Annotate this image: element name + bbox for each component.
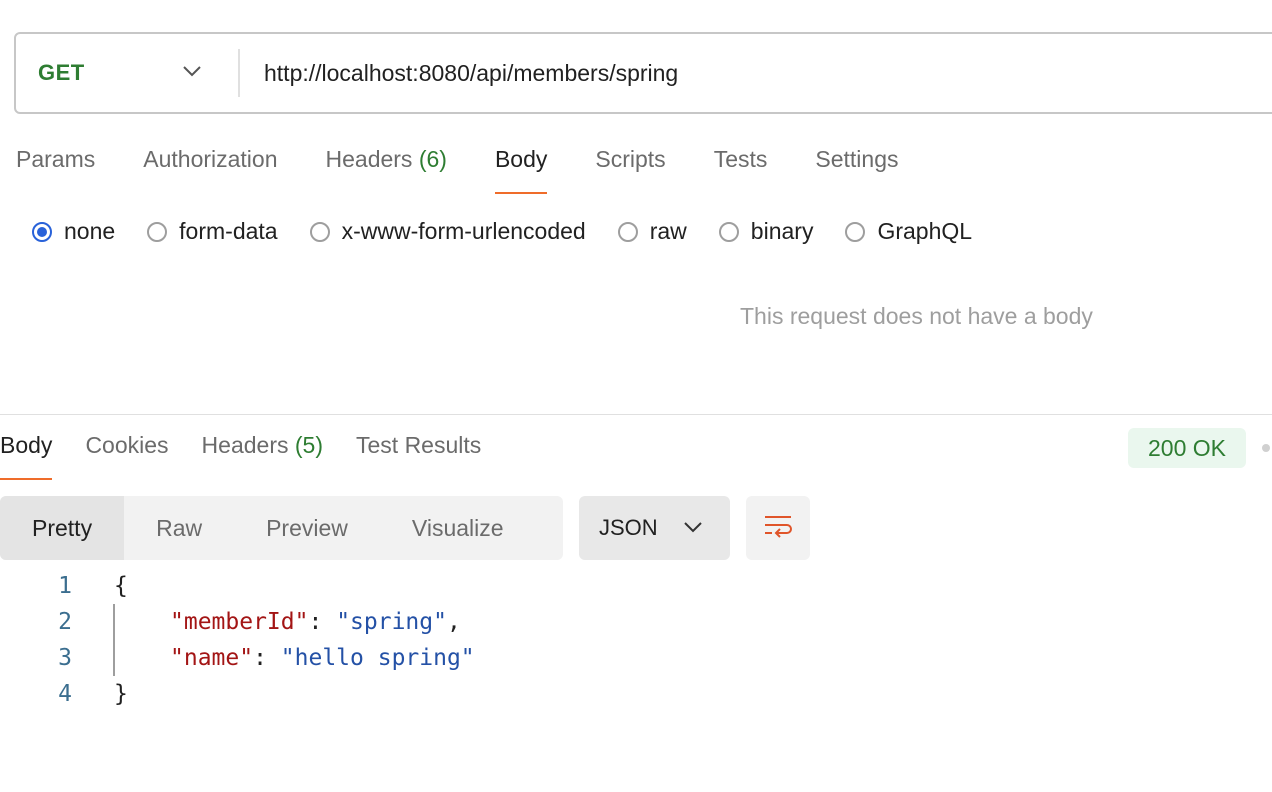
tab-authorization[interactable]: Authorization xyxy=(143,140,277,194)
headers-count: (6) xyxy=(418,146,447,172)
response-tab-test-results[interactable]: Test Results xyxy=(356,428,481,480)
code-line: 4 } xyxy=(0,676,1272,712)
response-tab-headers[interactable]: Headers (5) xyxy=(202,428,323,480)
more-dot-icon xyxy=(1262,444,1270,452)
request-tabs: Params Authorization Headers (6) Body Sc… xyxy=(16,140,946,194)
tab-body[interactable]: Body xyxy=(494,140,548,194)
view-mode-segmented: Pretty Raw Preview Visualize xyxy=(0,496,563,560)
body-type-options: none form-data x-www-form-urlencoded raw… xyxy=(32,218,1004,245)
tab-headers[interactable]: Headers (6) xyxy=(326,140,447,194)
method-label: GET xyxy=(38,60,85,85)
json-open-brace: { xyxy=(114,573,128,599)
response-tab-body[interactable]: Body xyxy=(0,428,53,480)
line-number: 1 xyxy=(58,573,72,599)
response-headers-count: (5) xyxy=(294,432,323,458)
view-raw-button[interactable]: Raw xyxy=(124,496,234,560)
json-string-value: "hello spring" xyxy=(280,645,475,671)
json-string-value: "spring" xyxy=(336,609,447,635)
json-close-brace: } xyxy=(114,681,128,707)
url-bar: GET xyxy=(14,32,1272,114)
view-visualize-button[interactable]: Visualize xyxy=(380,496,536,560)
body-type-binary[interactable]: binary xyxy=(718,218,813,245)
url-input[interactable] xyxy=(240,42,1272,104)
tab-params[interactable]: Params xyxy=(16,140,95,194)
view-preview-button[interactable]: Preview xyxy=(234,496,380,560)
method-selector[interactable]: GET xyxy=(16,34,238,112)
radio-urlencoded[interactable] xyxy=(309,221,330,242)
format-label: JSON xyxy=(599,515,658,540)
body-type-raw[interactable]: raw xyxy=(617,218,687,245)
tab-scripts[interactable]: Scripts xyxy=(595,140,665,194)
view-pretty-button[interactable]: Pretty xyxy=(0,496,125,560)
line-number: 2 xyxy=(58,609,72,635)
tab-tests[interactable]: Tests xyxy=(714,140,768,194)
response-code-viewer[interactable]: 1 { 2 "memberId": "spring", 3 "name": "h… xyxy=(0,568,1272,712)
indent-guide xyxy=(113,604,115,676)
status-badge: 200 OK xyxy=(1128,428,1246,468)
radio-raw[interactable] xyxy=(617,221,638,242)
radio-none[interactable] xyxy=(32,221,52,242)
code-line: 1 { xyxy=(0,568,1272,604)
body-type-form-data[interactable]: form-data xyxy=(147,218,278,245)
json-key: "memberId" xyxy=(170,609,309,635)
wrap-lines-icon xyxy=(763,513,793,544)
postman-request-window: GET Params Authorization Headers (6) Bod… xyxy=(0,0,1272,792)
body-type-urlencoded[interactable]: x-www-form-urlencoded xyxy=(309,218,586,245)
line-number: 4 xyxy=(58,681,72,707)
format-select[interactable]: JSON xyxy=(579,496,730,560)
tab-settings[interactable]: Settings xyxy=(815,140,898,194)
code-line: 3 "name": "hello spring" xyxy=(0,640,1272,676)
radio-graphql[interactable] xyxy=(845,221,866,242)
chevron-down-icon xyxy=(683,520,703,539)
code-line: 2 "memberId": "spring", xyxy=(0,604,1272,640)
radio-form-data[interactable] xyxy=(147,221,168,242)
response-tabs: Body Cookies Headers (5) Test Results xyxy=(0,428,514,480)
radio-binary[interactable] xyxy=(718,221,739,242)
chevron-down-icon xyxy=(182,64,202,83)
body-type-graphql[interactable]: GraphQL xyxy=(845,218,972,245)
body-type-none[interactable]: none xyxy=(32,218,115,245)
line-number: 3 xyxy=(58,645,72,671)
response-tab-cookies[interactable]: Cookies xyxy=(85,428,168,480)
wrap-lines-button[interactable] xyxy=(746,496,810,560)
pane-divider[interactable] xyxy=(0,414,1272,415)
empty-body-message: This request does not have a body xyxy=(740,303,1093,329)
json-key: "name" xyxy=(170,645,254,671)
